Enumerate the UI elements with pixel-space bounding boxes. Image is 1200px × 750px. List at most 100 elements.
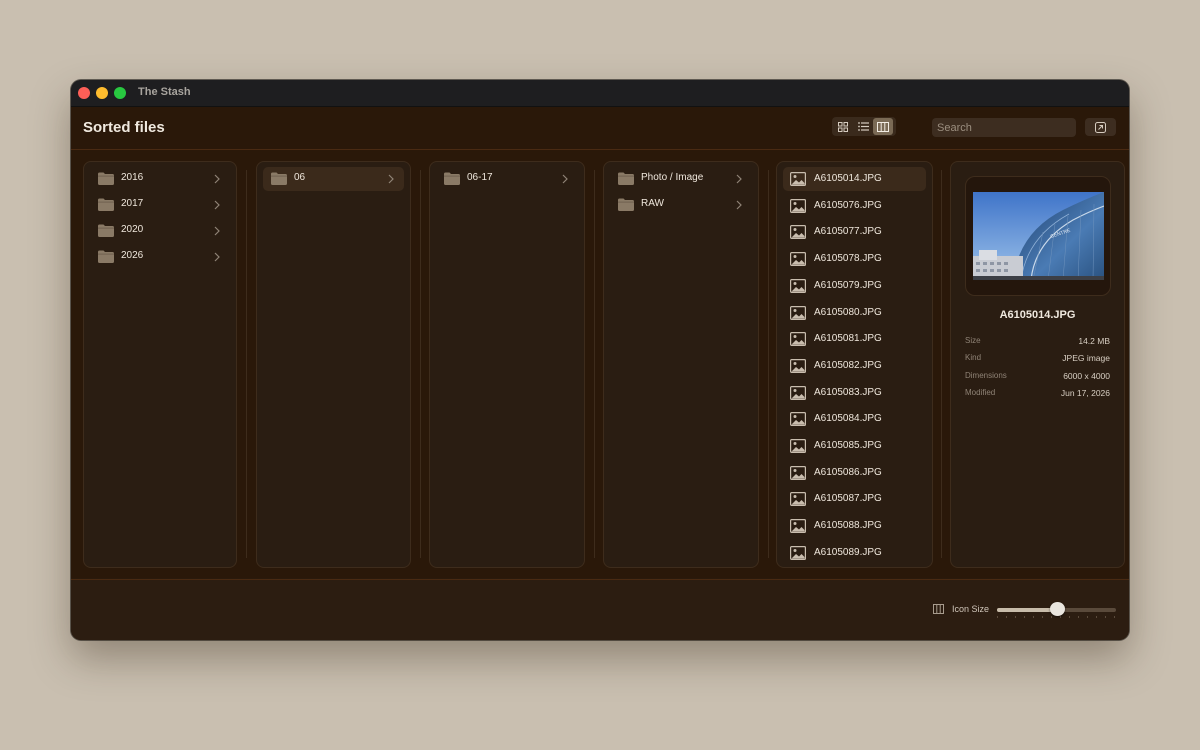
image-file-icon [790,492,806,507]
folder-icon [618,172,634,185]
folder-row-2020[interactable]: 2020 [90,219,230,243]
file-label: A6105014.JPG [814,173,882,184]
file-row[interactable]: A6105078.JPG [783,247,926,271]
file-row[interactable]: A6105082.JPG [783,354,926,378]
meta-value: JPEG image [1062,353,1110,363]
chevron-right-icon [736,200,742,210]
slider-knob[interactable] [1049,602,1065,616]
file-row[interactable]: A6105079.JPG [783,274,926,298]
image-file-icon [790,519,806,534]
meta-size: Size 14.2 MB [965,336,1110,350]
meta-key: Modified [965,388,996,397]
image-file-icon [790,358,806,373]
folder-row-2016[interactable]: 2016 [90,167,230,191]
toolbar: Sorted files [71,107,1129,150]
folder-row-2026[interactable]: 2026 [90,245,230,269]
file-label: A6105078.JPG [814,253,882,265]
image-file-icon [790,278,806,293]
meta-modified: Modified Jun 17, 2026 [965,388,1110,402]
close-window-button[interactable] [78,87,90,99]
search-input[interactable] [932,118,1076,137]
grid-icon [838,121,848,132]
folder-icon [444,172,460,185]
file-row[interactable]: A6105014.JPG [783,167,926,191]
title-bar: The Stash [71,80,1129,107]
meta-key: Dimensions [965,371,1007,380]
columns-icon [933,604,944,614]
folder-label: 06-17 [467,172,493,183]
folder-label: Photo / Image [641,172,704,183]
chevron-right-icon [562,174,568,184]
image-file-icon [790,225,806,240]
image-file-icon [790,465,806,480]
folder-row-06[interactable]: 06 [263,167,404,191]
file-label: A6105077.JPG [814,226,882,238]
file-label: A6105089.JPG [814,546,882,558]
view-mode-switch [832,117,896,136]
image-file-icon [790,385,806,400]
file-label: A6105082.JPG [814,359,882,371]
folder-row-raw[interactable]: RAW [610,193,752,217]
folder-label: 2026 [121,250,144,261]
folder-icon [98,172,114,185]
file-row[interactable]: A6105077.JPG [783,220,926,244]
image-file-icon [790,545,806,560]
column-divider[interactable] [768,170,769,558]
list-view-button[interactable] [853,118,873,135]
meta-key: Size [965,336,981,345]
file-row[interactable]: A6105081.JPG [783,327,926,351]
file-row[interactable]: A6105086.JPG [783,461,926,485]
column-divider[interactable] [246,170,247,558]
file-label: A6105081.JPG [814,333,882,345]
list-icon [857,122,869,131]
meta-kind: Kind JPEG image [965,353,1110,367]
folder-label: 2017 [121,198,144,209]
share-icon [1095,121,1106,133]
file-row[interactable]: A6105084.JPG [783,407,926,431]
file-row[interactable]: A6105087.JPG [783,487,926,511]
column-divider[interactable] [941,170,942,558]
export-button[interactable] [1085,118,1116,136]
file-row[interactable]: A6105088.JPG [783,514,926,538]
preview-thumbnail[interactable]: CENTRE [973,192,1104,280]
column-types: Photo / Image RAW [603,161,759,568]
meta-key: Kind [965,353,982,362]
status-bar: Icon Size [71,579,1129,640]
column-divider[interactable] [594,170,595,558]
chevron-right-icon [214,200,220,210]
grid-view-button[interactable] [833,118,853,135]
folder-icon [618,198,634,211]
folder-row-06-17[interactable]: 06-17 [436,167,578,191]
folder-icon [98,198,114,211]
file-label: A6105080.JPG [814,306,882,318]
image-file-icon [790,305,806,320]
app-window: The Stash Sorted files Search 2016 2017 … [71,80,1129,640]
folder-icon [271,172,287,185]
file-row[interactable]: A6105085.JPG [783,434,926,458]
file-row[interactable]: A6105080.JPG [783,301,926,325]
zoom-window-button[interactable] [114,87,126,99]
folder-row-photo-image[interactable]: Photo / Image [610,167,752,191]
minimize-window-button[interactable] [96,87,108,99]
image-file-icon [790,198,806,213]
photo-thumbnail-image: CENTRE [973,192,1104,280]
folder-label: 2020 [121,224,144,235]
slider-ticks [997,616,1116,618]
file-label: A6105084.JPG [814,413,882,425]
file-label: A6105076.JPG [814,199,882,211]
column-files: A6105014.JPG A6105076.JPG A6105077.JPG A610… [776,161,933,568]
file-row[interactable]: A6105089.JPG [783,541,926,565]
image-file-icon [790,332,806,347]
meta-value: 14.2 MB [1078,336,1110,346]
file-row[interactable]: A6105083.JPG [783,381,926,405]
file-label: A6105079.JPG [814,279,882,291]
columns-icon [877,121,889,132]
folder-icon [98,250,114,263]
column-divider[interactable] [420,170,421,558]
file-row[interactable]: A6105076.JPG [783,194,926,218]
column-view-button[interactable] [873,118,893,135]
folder-row-2017[interactable]: 2017 [90,193,230,217]
folder-icon [98,224,114,237]
preview-filename: A6105014.JPG [999,309,1076,321]
folder-label: 2016 [121,172,144,183]
